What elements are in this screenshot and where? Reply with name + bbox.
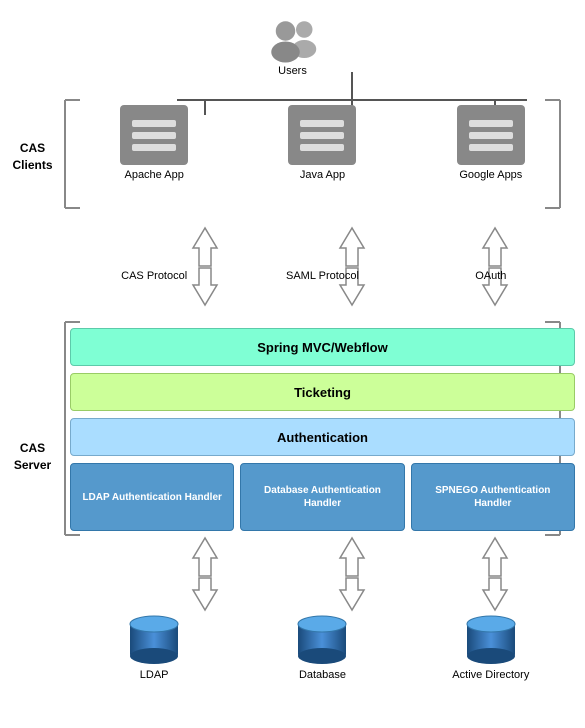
users-group: Users: [263, 15, 323, 77]
ldap-handler: LDAP Authentication Handler: [70, 463, 234, 531]
icon-line: [469, 132, 513, 139]
google-app-icon: [457, 105, 525, 165]
protocol-labels-row: CAS Protocol SAML Protocol OAuth: [70, 268, 575, 282]
ticketing-layer: Ticketing: [70, 373, 575, 411]
database-label: Database: [299, 669, 346, 681]
saml-protocol-label: SAML Protocol: [282, 268, 362, 282]
icon-line: [132, 144, 176, 151]
app-icons-row: Apache App Java App Google Apps: [70, 105, 575, 181]
cas-clients-label: CAS Clients: [5, 140, 60, 174]
google-app-label: Google Apps: [459, 169, 522, 181]
active-directory-label: Active Directory: [452, 669, 529, 681]
icon-line: [300, 120, 344, 127]
database-db-item: Database: [282, 610, 362, 681]
app-item-java: Java App: [282, 105, 362, 181]
cas-server-label: CAS Server: [5, 440, 60, 474]
icon-line: [469, 120, 513, 127]
icon-line: [132, 120, 176, 127]
spring-mvc-layer: Spring MVC/Webflow: [70, 328, 575, 366]
ldap-cylinder-icon: [125, 610, 183, 665]
users-label: Users: [278, 65, 307, 77]
icon-line: [300, 132, 344, 139]
ldap-label: LDAP: [140, 669, 169, 681]
apache-app-label: Apache App: [124, 169, 183, 181]
cas-protocol-label: CAS Protocol: [114, 268, 194, 282]
icon-line: [132, 132, 176, 139]
oauth-protocol-label: OAuth: [451, 268, 531, 282]
apache-app-icon: [120, 105, 188, 165]
architecture-diagram: Users CAS Clients Apache App Java App: [0, 0, 585, 728]
java-app-label: Java App: [300, 169, 345, 181]
spnego-handler: SPNEGO Authentication Handler: [411, 463, 575, 531]
handlers-row: LDAP Authentication Handler Database Aut…: [70, 463, 575, 531]
db-icons-row: LDAP Database: [70, 610, 575, 681]
java-app-icon: [288, 105, 356, 165]
ldap-db-item: LDAP: [114, 610, 194, 681]
authentication-layer: Authentication: [70, 418, 575, 456]
app-item-apache: Apache App: [114, 105, 194, 181]
icon-line: [300, 144, 344, 151]
app-item-google: Google Apps: [451, 105, 531, 181]
icon-line: [469, 144, 513, 151]
active-directory-item: Active Directory: [451, 610, 531, 681]
database-cylinder-icon: [293, 610, 351, 665]
active-directory-cylinder-icon: [462, 610, 520, 665]
database-handler: Database Authentication Handler: [240, 463, 404, 531]
users-icon: [263, 15, 323, 65]
